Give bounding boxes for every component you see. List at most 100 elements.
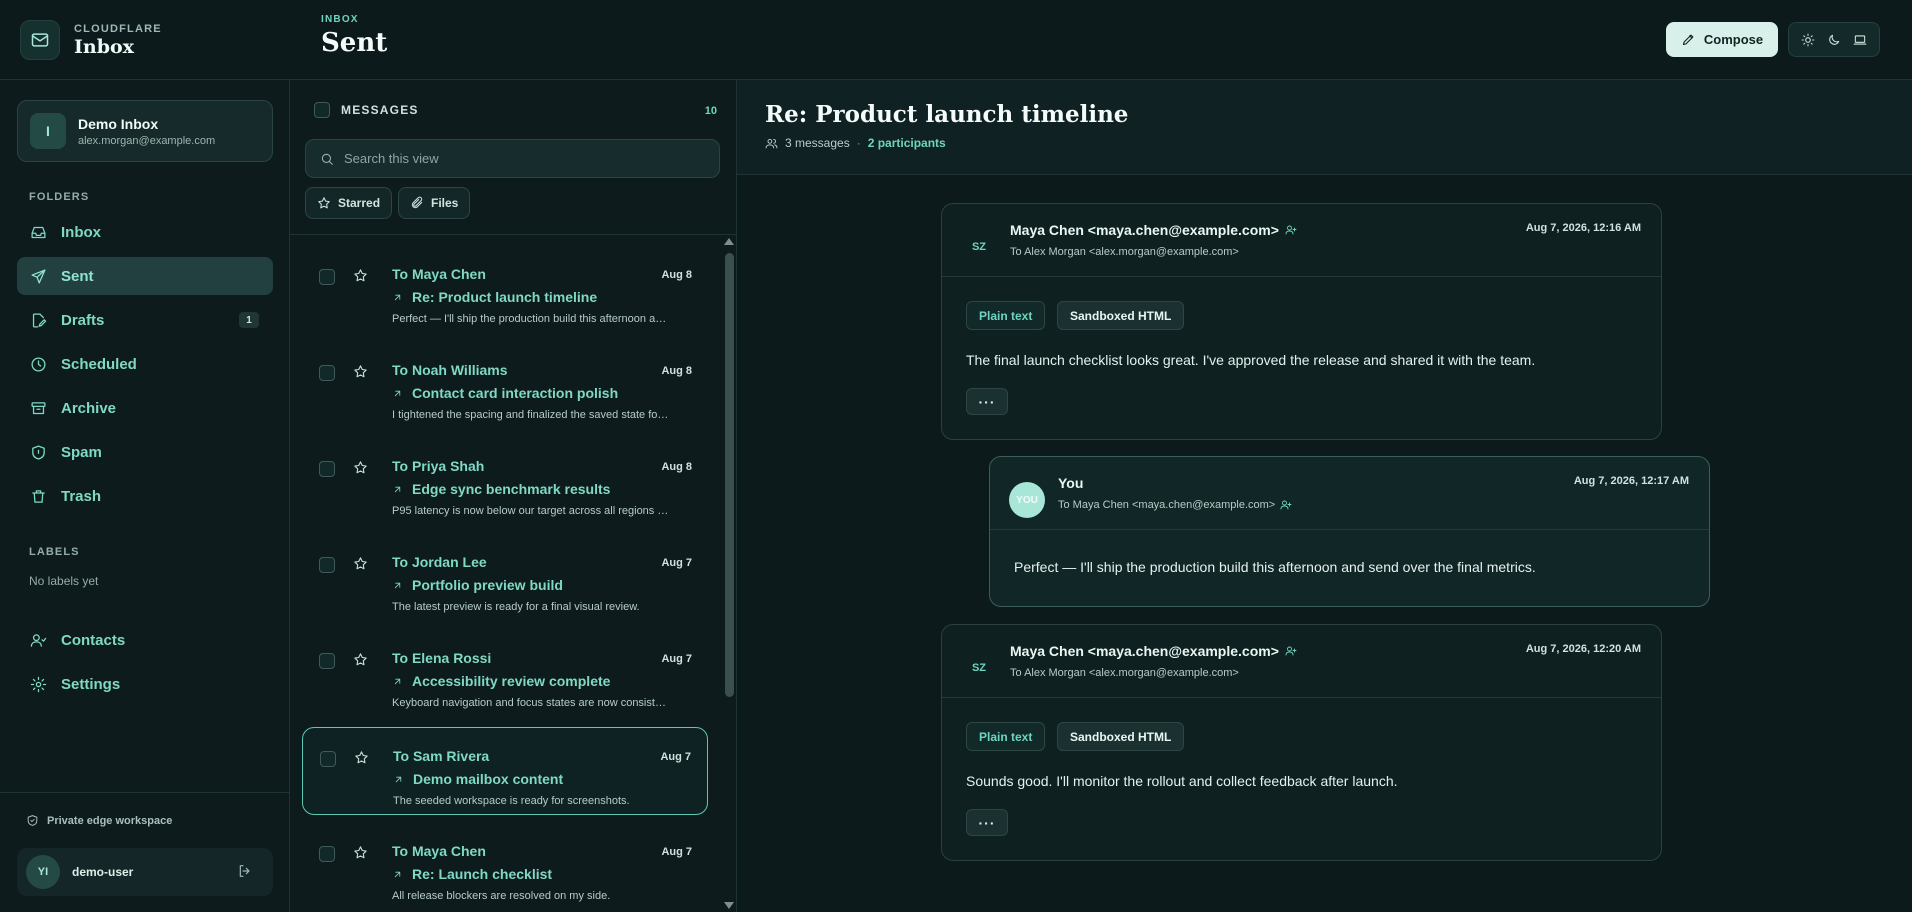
logout-button[interactable] <box>237 863 253 879</box>
meta-separator: · <box>856 136 861 150</box>
sandboxed-html-tab[interactable]: Sandboxed HTML <box>1057 301 1185 330</box>
list-item[interactable]: To Maya Chen Aug 7 Re: Launch checklist … <box>302 823 708 911</box>
subject-text: Edge sync benchmark results <box>412 481 611 497</box>
message-subject: Re: Launch checklist <box>392 866 552 882</box>
scroll-down-arrow[interactable] <box>724 902 734 909</box>
contact-icon[interactable] <box>1285 645 1297 657</box>
sent-arrow-icon <box>392 580 403 591</box>
filter-starred-button[interactable]: Starred <box>305 187 393 219</box>
message-recipient: To Noah Williams <box>392 362 508 378</box>
star-icon[interactable] <box>353 268 368 283</box>
sidebar-item-scheduled[interactable]: Scheduled <box>17 345 273 383</box>
laptop-icon <box>1853 33 1867 47</box>
user-menu[interactable]: YI demo-user <box>17 848 273 896</box>
account-switcher[interactable]: I Demo Inbox alex.morgan@example.com <box>17 100 273 162</box>
scroll-thumb[interactable] <box>725 253 734 697</box>
row-checkbox[interactable] <box>319 557 335 573</box>
search-input[interactable]: Search this view <box>305 139 720 178</box>
list-item[interactable]: To Jordan Lee Aug 7 Portfolio preview bu… <box>302 534 708 622</box>
sidebar-item-trash[interactable]: Trash <box>17 477 273 515</box>
message-recipient: To Jordan Lee <box>392 554 487 570</box>
brand-company: CLOUDFLARE <box>74 22 162 35</box>
sidebar-item-label: Contacts <box>61 631 126 649</box>
list-item[interactable]: To Maya Chen Aug 8 Re: Product launch ti… <box>302 246 708 334</box>
page-title: Sent <box>321 28 388 58</box>
dark-theme-button[interactable] <box>1823 29 1845 51</box>
sidebar-divider <box>0 792 289 793</box>
shield-icon <box>30 444 47 461</box>
message-timestamp: Aug 7, 2026, 12:20 AM <box>1525 643 1641 655</box>
show-more-button[interactable]: ··· <box>966 809 1008 836</box>
search-placeholder: Search this view <box>344 151 439 166</box>
message-sender: Maya Chen <maya.chen@example.com> <box>1010 222 1297 238</box>
list-item[interactable]: To Priya Shah Aug 8 Edge sync benchmark … <box>302 438 708 526</box>
subject-text: Accessibility review complete <box>412 673 611 689</box>
gear-icon <box>30 676 47 693</box>
contact-icon[interactable] <box>1280 499 1292 511</box>
star-icon[interactable] <box>353 556 368 571</box>
message-card: SZ Maya Chen <maya.chen@example.com> To … <box>941 203 1662 440</box>
list-item[interactable]: To Elena Rossi Aug 7 Accessibility revie… <box>302 630 708 718</box>
row-checkbox[interactable] <box>319 365 335 381</box>
sidebar-item-label: Trash <box>61 487 102 505</box>
message-body: The final launch checklist looks great. … <box>966 352 1536 368</box>
sidebar-item-contacts[interactable]: Contacts <box>17 621 273 659</box>
system-theme-button[interactable] <box>1849 29 1871 51</box>
sent-arrow-icon <box>392 869 403 880</box>
card-divider <box>942 697 1661 698</box>
compose-button[interactable]: Compose <box>1666 22 1778 57</box>
row-checkbox[interactable] <box>319 653 335 669</box>
filter-files-button[interactable]: Files <box>398 187 471 219</box>
show-more-button[interactable]: ··· <box>966 388 1008 415</box>
users-icon <box>765 137 778 150</box>
plain-text-tab[interactable]: Plain text <box>966 722 1046 751</box>
sender-name: You <box>1058 475 1084 491</box>
sidebar-item-spam[interactable]: Spam <box>17 433 273 471</box>
sidebar-item-inbox[interactable]: Inbox <box>17 213 273 251</box>
select-all-checkbox[interactable] <box>314 102 330 118</box>
sidebar-item-drafts[interactable]: Drafts 1 <box>17 301 273 339</box>
star-icon <box>317 196 331 210</box>
message-list-pane: MESSAGES 10 Search this view Starred Fil… <box>290 80 737 912</box>
message-card-own: YOU You To Maya Chen <maya.chen@example.… <box>989 456 1710 607</box>
message-preview: I tightened the spacing and finalized th… <box>392 409 672 421</box>
row-checkbox[interactable] <box>320 751 336 767</box>
star-icon[interactable] <box>353 652 368 667</box>
sidebar-item-label: Archive <box>61 399 117 417</box>
star-icon[interactable] <box>353 845 368 860</box>
sender-name: Maya Chen <maya.chen@example.com> <box>1010 643 1279 659</box>
contact-icon[interactable] <box>1285 224 1297 236</box>
sent-arrow-icon <box>392 676 403 687</box>
clock-icon <box>30 356 47 373</box>
message-body: Sounds good. I'll monitor the rollout an… <box>966 773 1398 789</box>
account-email: alex.morgan@example.com <box>78 134 216 147</box>
list-item-selected[interactable]: To Sam Rivera Aug 7 Demo mailbox content… <box>302 727 708 815</box>
moon-icon <box>1827 33 1841 47</box>
sidebar-item-archive[interactable]: Archive <box>17 389 273 427</box>
message-timestamp: Aug 7, 2026, 12:16 AM <box>1525 222 1641 234</box>
sandboxed-html-tab[interactable]: Sandboxed HTML <box>1057 722 1185 751</box>
list-item[interactable]: To Noah Williams Aug 8 Contact card inte… <box>302 342 708 430</box>
theme-switcher <box>1788 22 1880 57</box>
star-icon[interactable] <box>354 750 369 765</box>
row-checkbox[interactable] <box>319 461 335 477</box>
message-date: Aug 7 <box>661 653 692 665</box>
star-icon[interactable] <box>353 460 368 475</box>
message-preview: Keyboard navigation and focus states are… <box>392 697 672 709</box>
star-icon[interactable] <box>353 364 368 379</box>
sidebar-item-label: Scheduled <box>61 355 137 373</box>
sidebar-item-label: Drafts <box>61 311 105 329</box>
folders-heading: FOLDERS <box>29 191 90 203</box>
trash-icon <box>30 488 47 505</box>
sent-arrow-icon <box>392 484 403 495</box>
row-checkbox[interactable] <box>319 269 335 285</box>
participants-link[interactable]: 2 participants <box>868 136 946 150</box>
plain-text-tab[interactable]: Plain text <box>966 301 1046 330</box>
row-checkbox[interactable] <box>319 846 335 862</box>
sent-arrow-icon <box>392 292 403 303</box>
sidebar-item-settings[interactable]: Settings <box>17 665 273 703</box>
light-theme-button[interactable] <box>1797 29 1819 51</box>
message-date: Aug 8 <box>661 269 692 281</box>
sidebar-item-sent[interactable]: Sent <box>17 257 273 295</box>
scroll-up-arrow[interactable] <box>724 238 734 245</box>
